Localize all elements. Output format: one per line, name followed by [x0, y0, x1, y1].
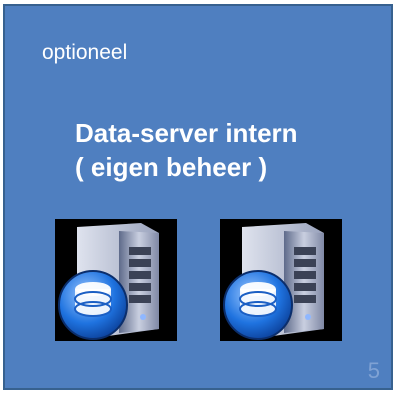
slide-card: optioneel Data-server intern ( eigen beh… [3, 4, 393, 390]
title: Data-server intern ( eigen beheer ) [75, 116, 298, 184]
optional-label: optioneel [42, 41, 128, 64]
database-server-icon [55, 219, 177, 341]
page-number: 5 [367, 358, 380, 383]
title-line-2: ( eigen beheer ) [75, 152, 268, 182]
database-server-icon [220, 219, 342, 341]
title-line-1: Data-server intern [75, 118, 298, 148]
